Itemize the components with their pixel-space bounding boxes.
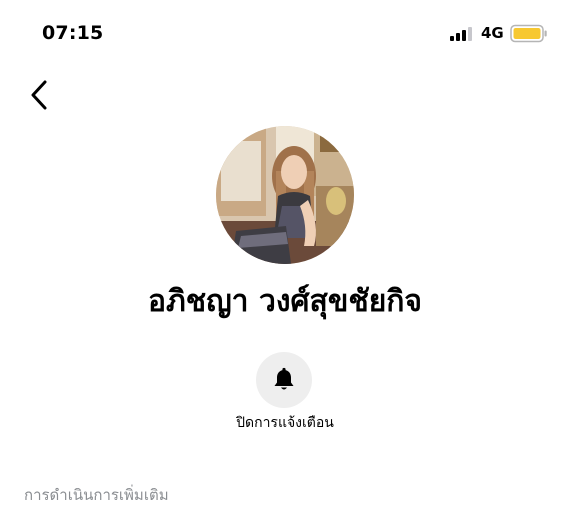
- battery-icon: [510, 24, 547, 43]
- chevron-left-icon: [31, 80, 47, 110]
- status-time: 07:15: [42, 22, 104, 44]
- cellular-signal-icon: [450, 27, 472, 41]
- status-bar: 07:15 4G: [0, 0, 570, 60]
- back-button[interactable]: [26, 78, 52, 112]
- avatar-photo: [216, 126, 354, 264]
- bell-icon: [274, 367, 294, 390]
- mute-notifications-label[interactable]: ปิดการแจ้งเตือน: [0, 412, 570, 434]
- mute-notifications-button[interactable]: [256, 352, 312, 408]
- profile-avatar[interactable]: [216, 126, 354, 264]
- more-actions-heading: การดำเนินการเพิ่มเติม: [24, 486, 169, 504]
- network-type: 4G: [481, 24, 504, 42]
- profile-name: อภิชญา วงศ์สุขชัยกิจ: [147, 284, 423, 319]
